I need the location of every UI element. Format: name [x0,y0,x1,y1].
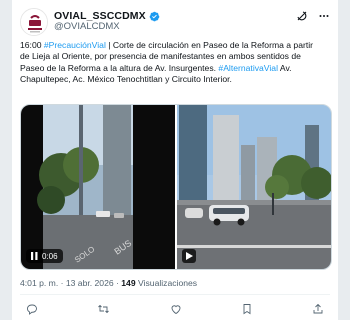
share-icon[interactable] [312,302,324,320]
pause-icon[interactable] [31,252,38,260]
views-count: 149 [121,278,136,288]
action-bar [20,302,330,320]
play-icon[interactable] [182,249,196,263]
hashtag-precaucion-vial[interactable]: #PrecauciónVial [44,40,106,50]
views-label: Visualizaciones [135,278,198,288]
bookmark-icon[interactable] [241,302,253,320]
more-options-icon[interactable] [318,9,330,27]
retweet-icon[interactable] [97,302,110,320]
tweet-card: OVIAL_SSCCDMX @OVIALCDMX 16:00 #Precauci… [12,0,338,320]
author-handle[interactable]: @OVIALCDMX [54,21,120,32]
media-video-thumbnail[interactable]: BUS SOLO 0:06 [21,105,175,269]
tweet-time-prefix: 16:00 [20,40,44,50]
grok-icon[interactable] [296,9,308,27]
video-controls[interactable]: 0:06 [26,249,63,263]
ovial-logo-icon[interactable] [20,8,48,36]
tweet-text: 16:00 #PrecauciónVial | Corte de circula… [20,40,320,85]
header-actions [296,9,330,27]
reply-icon[interactable] [26,302,38,320]
tweet-timestamp[interactable]: 4:01 p. m. · 13 abr. 2026 · [20,278,121,288]
media-grid: BUS SOLO 0:06 [20,104,332,270]
like-icon[interactable] [170,302,182,320]
verified-badge-icon [149,11,160,21]
divider [20,294,330,295]
hashtag-alternativa-vial[interactable]: #AlternativaVial [218,63,278,73]
media-street-thumbnail[interactable] [177,105,331,269]
tweet-meta: 4:01 p. m. · 13 abr. 2026 · 149 Visualiz… [20,278,197,288]
video-time: 0:06 [42,251,58,261]
